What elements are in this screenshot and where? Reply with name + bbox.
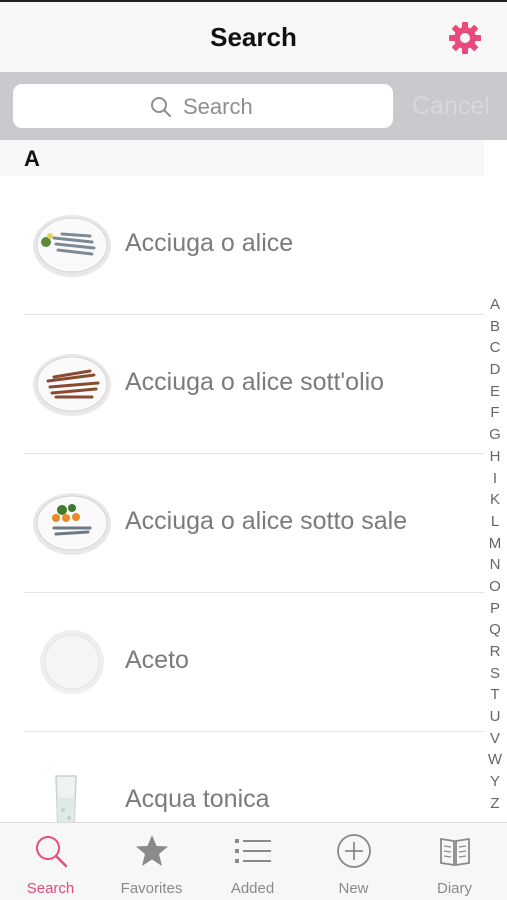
list-item[interactable]: Aceto [0, 593, 484, 732]
salted-anchovy-plate-icon [33, 493, 111, 555]
tab-bar: Search Favorites Added New Diary [0, 822, 507, 900]
item-label: Aceto [125, 646, 189, 674]
empty-plate-icon [40, 630, 104, 694]
anchovy-plate-icon [33, 215, 111, 277]
index-letter-d[interactable]: D [484, 359, 506, 381]
index-letter-l[interactable]: L [484, 511, 506, 533]
section-header: A [0, 140, 484, 176]
index-letter-o[interactable]: O [484, 576, 506, 598]
item-label: Acqua tonica [125, 785, 270, 813]
search-bar: Search Cancel [0, 72, 507, 140]
list-item[interactable]: Acciuga o alice [0, 176, 484, 315]
section-letter: A [24, 146, 40, 171]
index-letter-t[interactable]: T [484, 684, 506, 706]
tab-favorites[interactable]: Favorites [101, 823, 202, 900]
search-placeholder: Search [183, 94, 253, 119]
search-input[interactable]: Search [13, 84, 393, 128]
index-letter-i[interactable]: I [484, 468, 506, 490]
tab-label: Diary [436, 880, 472, 897]
alphabet-index[interactable]: ABCDEFGHIKLMNOPQRSTUVWYZ [484, 294, 506, 815]
index-letter-n[interactable]: N [484, 554, 506, 576]
index-letter-s[interactable]: S [484, 663, 506, 685]
index-letter-v[interactable]: V [484, 728, 506, 750]
list-item[interactable]: Acqua tonica [0, 732, 484, 822]
index-letter-a[interactable]: A [484, 294, 506, 316]
glass-icon [55, 775, 77, 822]
tab-added[interactable]: Added [202, 823, 303, 900]
tab-search[interactable]: Search [0, 823, 101, 900]
index-letter-k[interactable]: K [484, 489, 506, 511]
index-letter-p[interactable]: P [484, 598, 506, 620]
index-letter-q[interactable]: Q [484, 619, 506, 641]
tab-label: Search [26, 880, 75, 897]
navigation-bar: Search [0, 0, 507, 72]
list-icon [235, 839, 271, 863]
index-letter-y[interactable]: Y [484, 771, 506, 793]
plus-circle-icon [337, 834, 371, 868]
list-item[interactable]: Acciuga o alice sott'olio [0, 315, 484, 454]
cancel-button[interactable]: Cancel [412, 92, 490, 121]
index-letter-e[interactable]: E [484, 381, 506, 403]
tab-label: New [338, 880, 369, 897]
page-title: Search [210, 22, 297, 52]
food-list: Acciuga o alice Acciuga o alice sott'oli… [0, 176, 484, 822]
index-letter-z[interactable]: Z [484, 793, 506, 815]
index-letter-g[interactable]: G [484, 424, 506, 446]
anchovy-oil-plate-icon [33, 354, 111, 416]
index-letter-b[interactable]: B [484, 316, 506, 338]
tab-label: Added [230, 880, 275, 897]
tab-label: Favorites [120, 880, 183, 897]
gear-icon[interactable] [447, 20, 483, 56]
index-letter-c[interactable]: C [484, 337, 506, 359]
index-letter-m[interactable]: M [484, 533, 506, 555]
item-label: Acciuga o alice sotto sale [125, 507, 408, 535]
index-letter-h[interactable]: H [484, 446, 506, 468]
item-label: Acciuga o alice [125, 229, 294, 257]
search-icon [36, 836, 68, 868]
index-letter-r[interactable]: R [484, 641, 506, 663]
book-icon [440, 837, 470, 867]
index-letter-w[interactable]: W [484, 749, 506, 771]
list-item[interactable]: Acciuga o alice sotto sale [0, 454, 484, 593]
search-icon [151, 97, 171, 117]
index-letter-f[interactable]: F [484, 402, 506, 424]
star-icon [136, 835, 168, 866]
item-label: Acciuga o alice sott'olio [125, 368, 385, 396]
tab-diary[interactable]: Diary [404, 823, 505, 900]
tab-new[interactable]: New [303, 823, 404, 900]
index-letter-u[interactable]: U [484, 706, 506, 728]
